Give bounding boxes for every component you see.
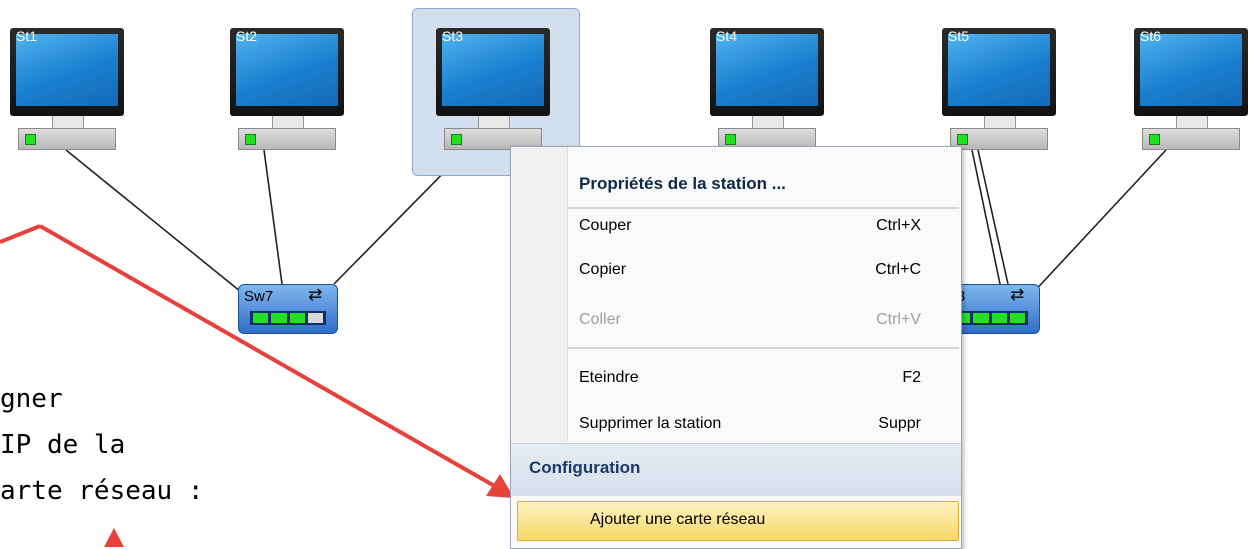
menu-item-shutdown[interactable]: Eteindre F2 <box>579 363 921 393</box>
menu-item-label: Propriétés de la station ... <box>579 174 786 193</box>
menu-separator <box>567 207 959 209</box>
menu-separator <box>567 347 959 349</box>
menu-item-label: Coller <box>579 311 621 328</box>
menu-item-label: Couper <box>579 217 632 234</box>
menu-section-title: Configuration <box>529 458 641 477</box>
menu-section-configuration: Configuration <box>511 443 961 496</box>
menu-item-paste[interactable]: Coller Ctrl+V <box>579 305 921 335</box>
menu-item-shortcut: Ctrl+X <box>876 217 921 234</box>
menu-item-label: Copier <box>579 261 627 278</box>
menu-item-label: Ajouter une carte réseau <box>590 511 766 528</box>
menu-item-shortcut: Ctrl+V <box>876 311 921 328</box>
menu-gutter <box>511 147 568 442</box>
menu-item-shortcut: F2 <box>902 369 921 386</box>
menu-item-properties[interactable]: Propriétés de la station ... <box>579 169 921 199</box>
context-menu: Propriétés de la station ... Couper Ctrl… <box>510 146 962 549</box>
arrow-head-icon <box>104 528 124 547</box>
network-canvas[interactable]: St1 St2 St3 St4 St5 St6 Sw7 ⇄ ⇄ gner IP … <box>0 0 1250 549</box>
arrow-shaft <box>0 224 41 244</box>
menu-item-copy[interactable]: Copier Ctrl+C <box>579 255 921 285</box>
menu-item-delete-station[interactable]: Supprimer la station Suppr <box>579 409 921 439</box>
menu-item-add-network-card[interactable]: Ajouter une carte réseau <box>517 501 959 541</box>
menu-item-shortcut: Suppr <box>878 415 921 432</box>
menu-item-cut[interactable]: Couper Ctrl+X <box>579 211 921 241</box>
menu-item-shortcut: Ctrl+C <box>875 261 921 278</box>
arrow-shaft <box>39 224 499 490</box>
menu-item-label: Eteindre <box>579 369 639 386</box>
menu-item-label: Supprimer la station <box>579 415 722 432</box>
